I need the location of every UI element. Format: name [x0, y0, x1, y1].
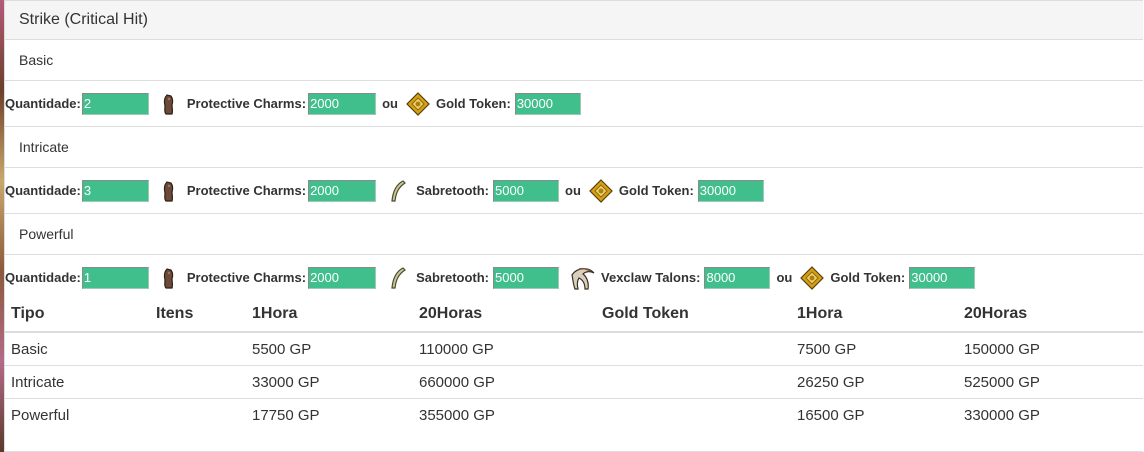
quantity-input-basic[interactable]: [81, 92, 149, 115]
column-header: 1Hora: [246, 297, 413, 333]
section-row-basic: Quantidade: Protective Charms: ou Gold T…: [5, 81, 1143, 127]
section-row-intricate: Quantidade: Protective Charms: Sabretoot…: [5, 168, 1143, 214]
vexclaw-talon-icon: [569, 266, 597, 290]
table-cell: 110000 GP: [413, 331, 596, 366]
table-cell: [596, 398, 791, 431]
quantity-input-intricate[interactable]: [81, 179, 149, 202]
table-row: Intricate 33000 GP 660000 GP 26250 GP 52…: [5, 365, 1143, 399]
table-cell: 330000 GP: [958, 398, 1143, 431]
table-cell: [150, 331, 246, 366]
table-cell: [596, 365, 791, 399]
gold-token-label: Gold Token:: [830, 270, 906, 285]
table-cell: 33000 GP: [246, 365, 413, 399]
or-label: ou: [776, 270, 793, 285]
protective-charm-icon: [157, 266, 181, 290]
sabretooth-icon: [386, 266, 410, 290]
gold-token-label: Gold Token:: [618, 183, 694, 198]
sabretooth-input-intricate[interactable]: [493, 179, 560, 202]
table-cell: 150000 GP: [958, 331, 1143, 366]
protective-charms-label: Protective Charms:: [186, 270, 307, 285]
protective-charm-icon: [157, 92, 181, 116]
table-row: Basic 5500 GP 110000 GP 7500 GP 150000 G…: [5, 331, 1143, 366]
gold-token-icon: [589, 178, 613, 203]
gold-token-input-powerful[interactable]: [909, 266, 976, 289]
sabretooth-label: Sabretooth:: [416, 183, 490, 198]
table-cell: Intricate: [5, 365, 150, 399]
quantity-label: Quantidade:: [5, 270, 81, 285]
table-cell: Basic: [5, 331, 150, 366]
or-label: ou: [382, 96, 398, 111]
sabretooth-label: Sabretooth:: [416, 270, 490, 285]
protective-charms-input-intricate[interactable]: [308, 179, 377, 202]
column-header: Tipo: [5, 297, 150, 333]
protective-charm-icon: [157, 179, 181, 203]
quantity-input-powerful[interactable]: [81, 266, 149, 289]
section-title-powerful: Powerful: [5, 214, 1143, 255]
protective-charms-input-powerful[interactable]: [308, 266, 377, 289]
section-row-powerful: Quantidade: Protective Charms: Sabretoot…: [5, 255, 1143, 300]
sabretooth-icon: [386, 179, 410, 203]
table-cell: 355000 GP: [413, 398, 596, 431]
table-row: Powerful 17750 GP 355000 GP 16500 GP 330…: [5, 398, 1143, 431]
gold-token-icon: [800, 265, 825, 290]
protective-charms-label: Protective Charms:: [186, 96, 307, 111]
column-header: 1Hora: [791, 297, 958, 333]
quantity-label: Quantidade:: [5, 183, 81, 198]
column-header: 20Horas: [958, 297, 1143, 333]
column-header: Gold Token: [596, 297, 791, 333]
strike-panel: Strike (Critical Hit) Basic Quantidade: …: [4, 0, 1143, 452]
table-cell: 16500 GP: [791, 398, 958, 431]
table-cell: [150, 365, 246, 399]
gold-token-input-intricate[interactable]: [697, 179, 764, 202]
vexclaw-talons-label: Vexclaw Talons:: [601, 270, 701, 285]
column-header: Itens: [150, 297, 246, 333]
protective-charms-input-basic[interactable]: [308, 92, 377, 115]
panel-title: Strike (Critical Hit): [5, 1, 1143, 40]
gold-token-icon: [406, 91, 430, 116]
section-title-basic: Basic: [5, 40, 1143, 81]
or-label: ou: [565, 183, 581, 198]
table-cell: 660000 GP: [413, 365, 596, 399]
column-header: 20Horas: [413, 297, 596, 333]
table-cell: 26250 GP: [791, 365, 958, 399]
table-cell: [150, 398, 246, 431]
table-header-row: Tipo Itens 1Hora 20Horas Gold Token 1Hor…: [5, 297, 1143, 333]
gold-token-label: Gold Token:: [435, 96, 511, 111]
quantity-label: Quantidade:: [5, 96, 81, 111]
table-cell: 7500 GP: [791, 331, 958, 366]
gold-token-input-basic[interactable]: [514, 92, 581, 115]
table-cell: 5500 GP: [246, 331, 413, 366]
price-table: Tipo Itens 1Hora 20Horas Gold Token 1Hor…: [5, 297, 1143, 431]
protective-charms-label: Protective Charms:: [186, 183, 307, 198]
table-cell: 17750 GP: [246, 398, 413, 431]
vexclaw-talons-input-powerful[interactable]: [704, 266, 771, 289]
table-cell: [596, 331, 791, 366]
section-title-intricate: Intricate: [5, 127, 1143, 168]
sabretooth-input-powerful[interactable]: [493, 266, 560, 289]
table-cell: Powerful: [5, 398, 150, 431]
table-cell: 525000 GP: [958, 365, 1143, 399]
